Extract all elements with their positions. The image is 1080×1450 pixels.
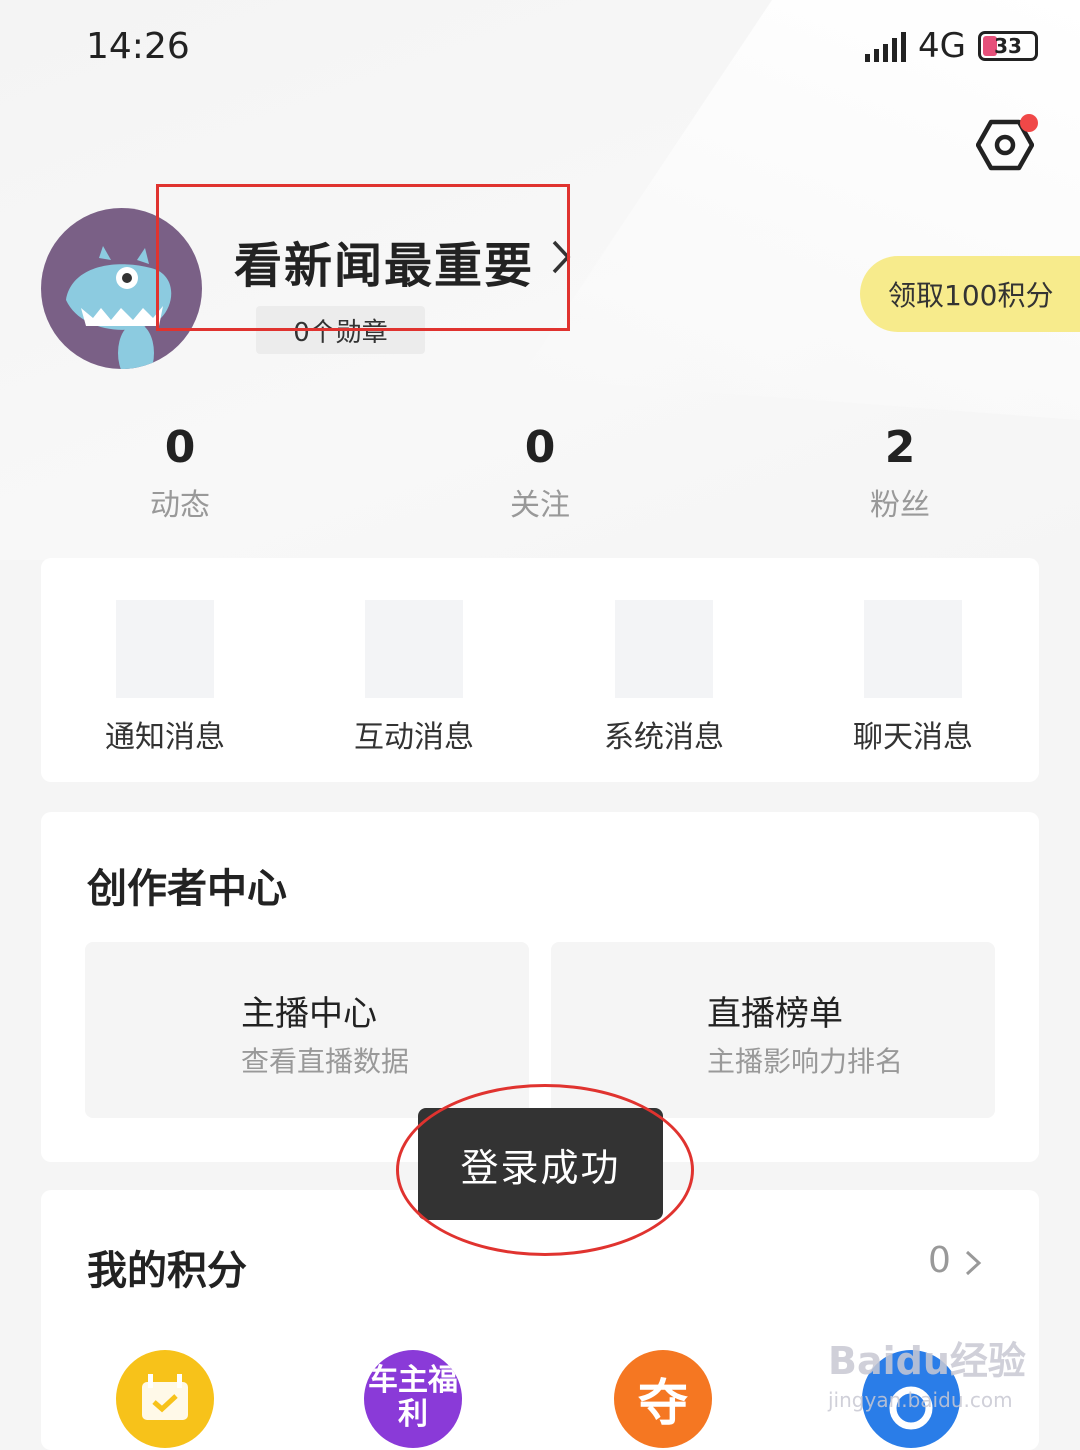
annotation-rectangle [156, 184, 570, 331]
live-ranking-card[interactable]: 直播榜单 主播影响力排名 [551, 942, 995, 1118]
system-icon [615, 600, 713, 698]
messages-card: 通知消息 互动消息 系统消息 聊天消息 [41, 558, 1039, 782]
stat-value: 0 [524, 422, 556, 473]
battery-level: 33 [994, 34, 1022, 58]
creator-center-title: 创作者中心 [87, 866, 287, 912]
msg-interaction[interactable]: 互动消息 [314, 600, 514, 756]
signal-icon [865, 30, 907, 62]
msg-notification[interactable]: 通知消息 [65, 600, 265, 756]
watermark-url: jingyan.baidu.com [828, 1388, 1013, 1412]
claim-points-button[interactable]: 领取100积分 [860, 256, 1080, 332]
anchor-center-title: 主播中心 [241, 994, 377, 1034]
stat-label: 动态 [150, 488, 210, 523]
msg-label: 通知消息 [105, 720, 225, 755]
msg-label: 系统消息 [604, 720, 724, 755]
msg-chat[interactable]: 聊天消息 [813, 600, 1013, 756]
notification-icon [116, 600, 214, 698]
status-time: 14:26 [86, 26, 190, 67]
interaction-icon [365, 600, 463, 698]
battery-icon: 33 [978, 31, 1038, 61]
msg-label: 聊天消息 [853, 720, 973, 755]
stat-value: 0 [164, 422, 196, 473]
chat-icon [864, 600, 962, 698]
stat-fans[interactable]: 2 粉丝 [800, 420, 1000, 524]
status-indicators: 4G 33 [865, 26, 1038, 66]
msg-label: 互动消息 [354, 720, 474, 755]
anchor-center-card[interactable]: 主播中心 查看直播数据 [85, 942, 529, 1118]
stat-posts[interactable]: 0 动态 [80, 420, 280, 524]
calendar-checkin-icon[interactable] [116, 1350, 214, 1448]
msg-system[interactable]: 系统消息 [564, 600, 764, 756]
grab-icon[interactable]: 夺 [614, 1350, 712, 1448]
live-ranking-desc: 主播影响力排名 [707, 1045, 904, 1078]
car-owner-welfare-icon[interactable]: 车主福利 [364, 1350, 462, 1448]
stat-value: 2 [884, 422, 916, 473]
stat-following[interactable]: 0 关注 [440, 420, 640, 524]
notification-dot [1020, 114, 1038, 132]
network-type: 4G [918, 26, 966, 66]
points-value[interactable]: 0 [928, 1240, 951, 1281]
anchor-center-desc: 查看直播数据 [241, 1045, 410, 1078]
grab-text: 夺 [638, 1374, 688, 1432]
watermark: Baidu经验 [828, 1339, 1026, 1383]
live-ranking-title: 直播榜单 [707, 994, 843, 1034]
stat-label: 粉丝 [870, 488, 930, 523]
my-points-title: 我的积分 [87, 1248, 247, 1294]
stat-label: 关注 [510, 488, 570, 523]
chevron-right-icon[interactable] [962, 1248, 984, 1278]
annotation-ellipse [396, 1084, 694, 1256]
calendar-icon [142, 1374, 188, 1420]
